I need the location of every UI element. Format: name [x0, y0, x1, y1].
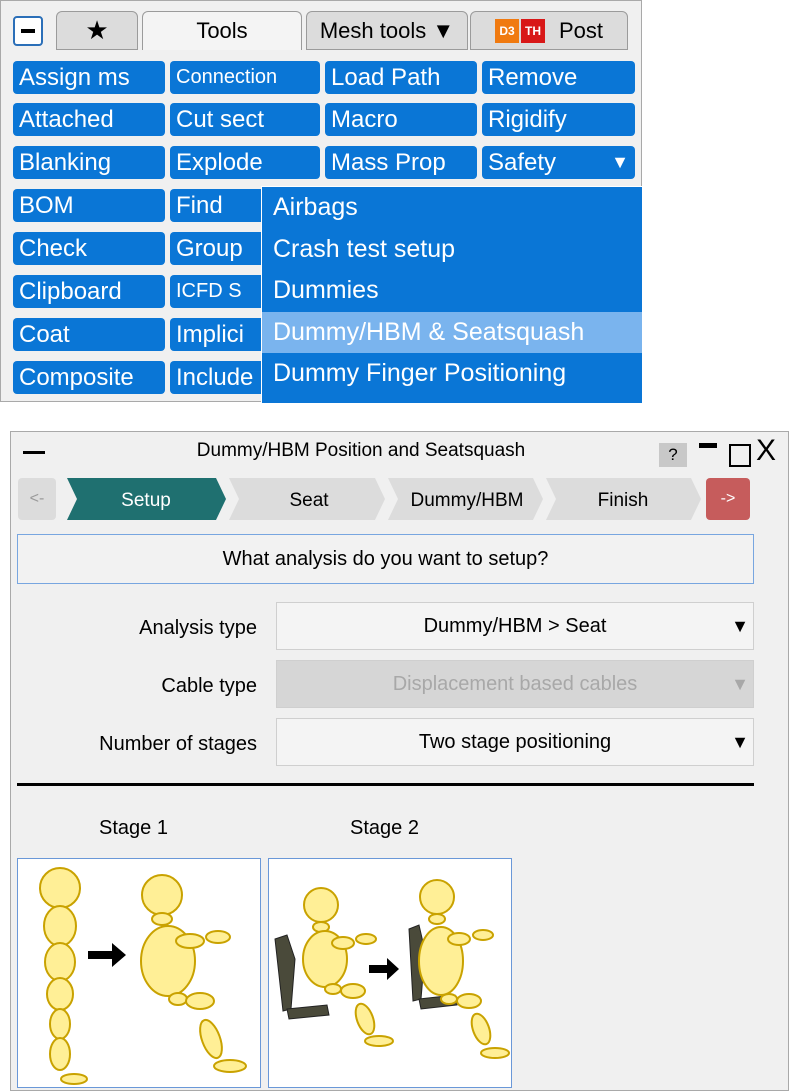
stages-label: Number of stages [99, 733, 257, 755]
menu-item-dummies[interactable]: Dummies [262, 270, 642, 312]
bom-button[interactable]: BOM [13, 189, 165, 222]
dropdown-arrow-icon: ▼ [731, 674, 749, 694]
menu-item-crash-test-setup[interactable]: Crash test setup [262, 229, 642, 271]
menu-item-airbags[interactable]: Airbags [262, 187, 642, 229]
stage-2-image[interactable] [268, 858, 512, 1088]
step-finish-label: Finish [598, 490, 649, 511]
title-bar: Dummy/HBM Position and Seatsquash ? X [11, 432, 788, 470]
tab-mesh-tools[interactable]: Mesh tools ▼ [306, 11, 468, 50]
dialog-title: Dummy/HBM Position and Seatsquash [196, 440, 526, 461]
cut-sect-button[interactable]: Cut sect [170, 103, 320, 136]
close-button[interactable]: X [756, 435, 776, 467]
tool-panel: ★ Tools Mesh tools ▼ D3 TH Post Assign m… [0, 0, 643, 404]
stage-1-image[interactable] [17, 858, 261, 1088]
attached-button[interactable]: Attached [13, 103, 165, 136]
cable-type-value: Displacement based cables [392, 673, 638, 695]
explode-button[interactable]: Explode [170, 146, 320, 179]
cable-type-select: Displacement based cables ▼ [276, 660, 754, 708]
next-button[interactable]: -> [706, 478, 750, 520]
dropdown-arrow-icon: ▼ [731, 732, 749, 752]
safety-menu: Airbags Crash test setup Dummies Dummy/H… [261, 186, 643, 404]
assign-ms-button[interactable]: Assign ms [13, 61, 165, 94]
remove-button[interactable]: Remove [482, 61, 635, 94]
stages-value: Two stage positioning [418, 731, 612, 753]
separator [17, 783, 754, 786]
safety-button-label: Safety [488, 149, 557, 176]
tab-mesh-tools-label: Mesh tools ▼ [319, 17, 455, 43]
coat-button[interactable]: Coat [13, 318, 165, 351]
step-seat-label: Seat [289, 490, 329, 511]
tab-post[interactable]: D3 TH Post [470, 11, 628, 50]
menu-item-dummy-finger-positioning[interactable]: Dummy Finger Positioning [262, 353, 642, 395]
cable-type-label: Cable type [161, 675, 257, 697]
step-setup-label: Setup [121, 490, 171, 511]
rigidify-button[interactable]: Rigidify [482, 103, 635, 136]
time-history-icon: TH [520, 18, 545, 43]
post-icons: D3 TH [494, 18, 545, 43]
connection-button[interactable]: Connection [170, 61, 320, 94]
analysis-type-value: Dummy/HBM > Seat [423, 615, 607, 637]
maximize-button[interactable] [729, 444, 751, 467]
blanking-button[interactable]: Blanking [13, 146, 165, 179]
chevron-down-icon: ▼ [611, 152, 629, 172]
safety-button[interactable]: Safety ▼ [482, 146, 635, 179]
star-icon: ★ [85, 15, 109, 45]
step-dummy-hbm-label: Dummy/HBM [411, 490, 524, 511]
d3plot-icon: D3 [494, 18, 519, 43]
setup-question: What analysis do you want to setup? [17, 534, 754, 584]
collapse-panel-button[interactable] [13, 16, 43, 46]
check-button[interactable]: Check [13, 232, 165, 265]
macro-button[interactable]: Macro [325, 103, 477, 136]
mass-prop-button[interactable]: Mass Prop [325, 146, 477, 179]
menu-item-dummy-hbm-seatsquash[interactable]: Dummy/HBM & Seatsquash [262, 311, 642, 354]
load-path-button[interactable]: Load Path [325, 61, 477, 94]
stage-1-diagram [39, 867, 247, 1085]
seatsquash-dialog: Dummy/HBM Position and Seatsquash ? X <-… [10, 431, 789, 1091]
dropdown-arrow-icon: ▼ [731, 616, 749, 636]
tab-tools[interactable]: Tools [142, 11, 302, 50]
steps-svg: Setup Seat Dummy/HBM Finish [67, 478, 701, 520]
analysis-type-select[interactable]: Dummy/HBM > Seat ▼ [276, 602, 754, 650]
stage-2-label: Stage 2 [350, 817, 419, 839]
tab-tools-label: Tools [196, 18, 248, 43]
tab-favourites[interactable]: ★ [56, 11, 138, 50]
help-button[interactable]: ? [659, 443, 687, 467]
clipboard-button[interactable]: Clipboard [13, 275, 165, 308]
step-navigator: <- Setup Seat Dummy/HBM Finish -> [11, 476, 788, 524]
stages-select[interactable]: Two stage positioning ▼ [276, 718, 754, 766]
composite-button[interactable]: Composite [13, 361, 165, 394]
stage-2-diagram [274, 879, 510, 1059]
minus-icon [21, 29, 35, 33]
analysis-type-label: Analysis type [139, 617, 257, 639]
tab-post-label: Post [558, 17, 604, 43]
stage-1-label: Stage 1 [99, 817, 168, 839]
minimize-button[interactable] [699, 443, 717, 448]
